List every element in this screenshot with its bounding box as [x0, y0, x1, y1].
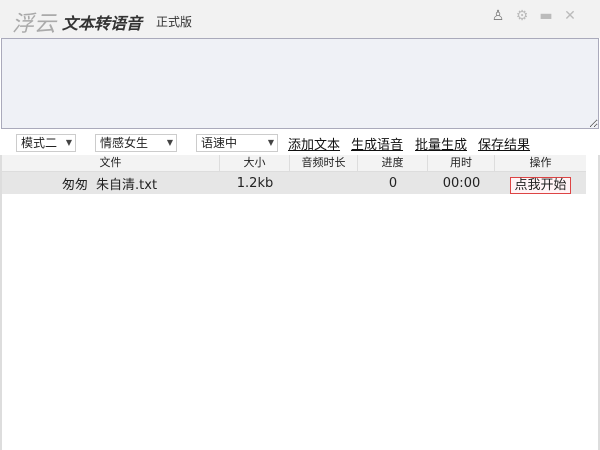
header-action[interactable]: 操作 — [495, 155, 586, 171]
save-result-link[interactable]: 保存结果 — [478, 134, 530, 153]
time-cell: 00:00 — [442, 175, 481, 191]
header-size[interactable]: 大小 — [220, 155, 290, 171]
generate-link[interactable]: 生成语音 — [351, 134, 403, 153]
batch-generate-link[interactable]: 批量生成 — [415, 134, 467, 153]
progress-cell: 0 — [388, 175, 398, 191]
left-border — [0, 155, 2, 450]
minimize-icon[interactable]: ▬ — [538, 8, 554, 24]
file-cell: 朱自清.txt — [96, 177, 158, 193]
speed-value: 语速中 — [201, 136, 238, 150]
header-time[interactable]: 用时 — [428, 155, 495, 171]
toolbar: 模式二 ▼ 情感女生 ▼ 语速中 ▼ 添加文本 生成语音 批量生成 保存结果 — [0, 133, 600, 153]
title-bar: 浮云 文本转语音 正式版 ♙ ⚙ ▬ ✕ — [0, 0, 600, 38]
speed-select[interactable]: 语速中 ▼ — [196, 134, 278, 152]
add-text-link[interactable]: 添加文本 — [288, 134, 340, 153]
edition-label: 正式版 — [156, 15, 193, 29]
header-progress[interactable]: 进度 — [358, 155, 428, 171]
chevron-down-icon: ▼ — [267, 138, 274, 147]
settings-icon[interactable]: ⚙ — [514, 8, 530, 24]
voice-select[interactable]: 情感女生 ▼ — [95, 134, 177, 152]
app-title: 文本转语音 — [62, 14, 143, 33]
app-logo: 浮云 — [12, 12, 57, 37]
user-icon[interactable]: ♙ — [490, 8, 506, 24]
header-duration[interactable]: 音频时长 — [290, 155, 358, 171]
chevron-down-icon: ▼ — [166, 138, 173, 147]
mode-select[interactable]: 模式二 ▼ — [16, 134, 76, 152]
author-cell: 匆匆 — [62, 177, 89, 193]
start-button[interactable]: 点我开始 — [510, 176, 571, 194]
mode-value: 模式二 — [21, 136, 58, 150]
header-file[interactable]: 文件 — [2, 155, 220, 171]
close-icon[interactable]: ✕ — [562, 8, 578, 24]
voice-value: 情感女生 — [100, 136, 149, 150]
size-cell: 1.2kb — [236, 175, 274, 191]
table-header: 文件 大小 音频时长 进度 用时 操作 — [2, 155, 586, 172]
chevron-down-icon: ▼ — [65, 138, 72, 147]
table-row[interactable]: 匆匆 朱自清.txt 1.2kb 0 00:00 点我开始 — [2, 172, 586, 194]
text-input-area[interactable] — [1, 38, 599, 129]
